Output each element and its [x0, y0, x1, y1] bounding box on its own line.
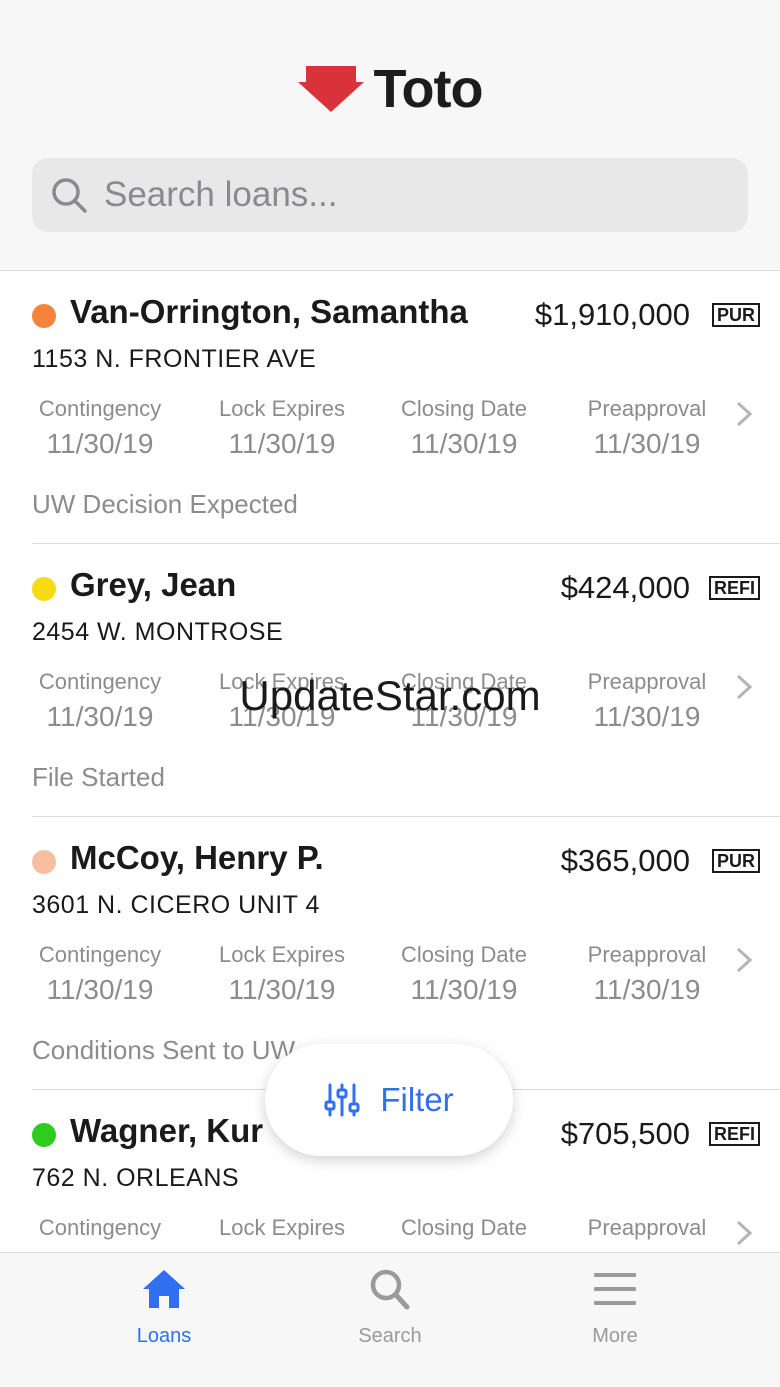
status-dot: [32, 1123, 56, 1147]
borrower-name: Wagner, Kur: [70, 1112, 264, 1149]
chevron-right-icon[interactable]: [736, 1220, 752, 1246]
loan-status: UW Decision Expected: [32, 489, 298, 519]
date-preapproval: Preapproval: [587, 1215, 707, 1240]
tab-label: Loans: [136, 1325, 192, 1347]
loan-amount: $365,000: [560, 843, 690, 878]
tab-label: More: [592, 1325, 638, 1347]
date-lock-expires: Lock Expires 11/30/19: [219, 396, 345, 459]
menu-icon: [594, 1273, 636, 1305]
filter-button[interactable]: Filter: [265, 1044, 513, 1156]
header: Toto: [0, 0, 780, 270]
search-icon: [370, 1269, 410, 1310]
loan-dates: Contingency Lock Expires Closing Date Pr…: [32, 1215, 732, 1252]
date-closing: Closing Date: [401, 1215, 527, 1240]
date-lock-expires: Lock Expires: [219, 1215, 345, 1240]
date-contingency: Contingency 11/30/19: [38, 942, 162, 1005]
date-closing: Closing Date 11/30/19: [401, 942, 527, 1005]
loan-card[interactable]: Van-Orrington, Samantha $1,910,000 PUR 1…: [32, 271, 780, 544]
tab-loans[interactable]: Loans: [84, 1267, 244, 1348]
date-lock-expires: Lock Expires 11/30/19: [219, 942, 345, 1005]
date-preapproval: Preapproval 11/30/19: [587, 396, 707, 459]
property-address: 3601 N. CICERO UNIT 4: [32, 891, 320, 919]
loan-type-badge: REFI: [708, 576, 760, 600]
loan-dates: Contingency 11/30/19 Lock Expires 11/30/19…: [32, 942, 732, 1012]
chevron-right-icon[interactable]: [736, 401, 752, 427]
date-contingency: Contingency 11/30/19: [38, 396, 162, 459]
status-dot: [32, 304, 56, 328]
loan-type-badge: REFI: [708, 1122, 760, 1146]
property-address: 2454 W. MONTROSE: [32, 618, 284, 646]
tab-more[interactable]: More: [535, 1267, 695, 1348]
tab-search[interactable]: Search: [310, 1267, 470, 1348]
sliders-icon: [324, 1083, 360, 1117]
loan-type-badge: PUR: [711, 303, 760, 327]
date-contingency: Contingency: [38, 1215, 162, 1240]
app-logo: Toto: [0, 58, 780, 120]
search-bar[interactable]: [32, 158, 748, 232]
loan-amount: $1,910,000: [534, 297, 690, 332]
loan-amount: $424,000: [560, 570, 690, 605]
borrower-name: Van-Orrington, Samantha: [70, 293, 468, 330]
filter-label: Filter: [380, 1081, 454, 1118]
app-name: Toto: [373, 59, 484, 119]
loan-dates: Contingency 11/30/19 Lock Expires 11/30/19…: [32, 396, 732, 466]
chevron-right-icon[interactable]: [736, 947, 752, 973]
watermark: UpdateStar.com: [239, 672, 541, 719]
loan-status: Conditions Sent to UW: [32, 1035, 296, 1065]
down-arrow-logo-icon: [297, 66, 364, 112]
date-preapproval: Preapproval 11/30/19: [587, 942, 707, 1005]
borrower-name: Grey, Jean: [70, 566, 237, 603]
search-input[interactable]: [104, 175, 704, 215]
loan-type-badge: PUR: [711, 849, 760, 873]
property-address: 1153 N. FRONTIER AVE: [32, 345, 317, 373]
status-dot: [32, 850, 56, 874]
search-icon: [52, 178, 87, 213]
date-closing: Closing Date 11/30/19: [401, 396, 527, 459]
tab-bar: Loans Search More: [0, 1252, 780, 1387]
tab-label: Search: [358, 1325, 422, 1347]
property-address: 762 N. ORLEANS: [32, 1164, 240, 1192]
status-dot: [32, 577, 56, 601]
home-icon: [143, 1270, 185, 1308]
loan-status: File Started: [32, 762, 165, 792]
borrower-name: McCoy, Henry P.: [70, 839, 324, 876]
loan-amount: $705,500: [560, 1116, 690, 1151]
